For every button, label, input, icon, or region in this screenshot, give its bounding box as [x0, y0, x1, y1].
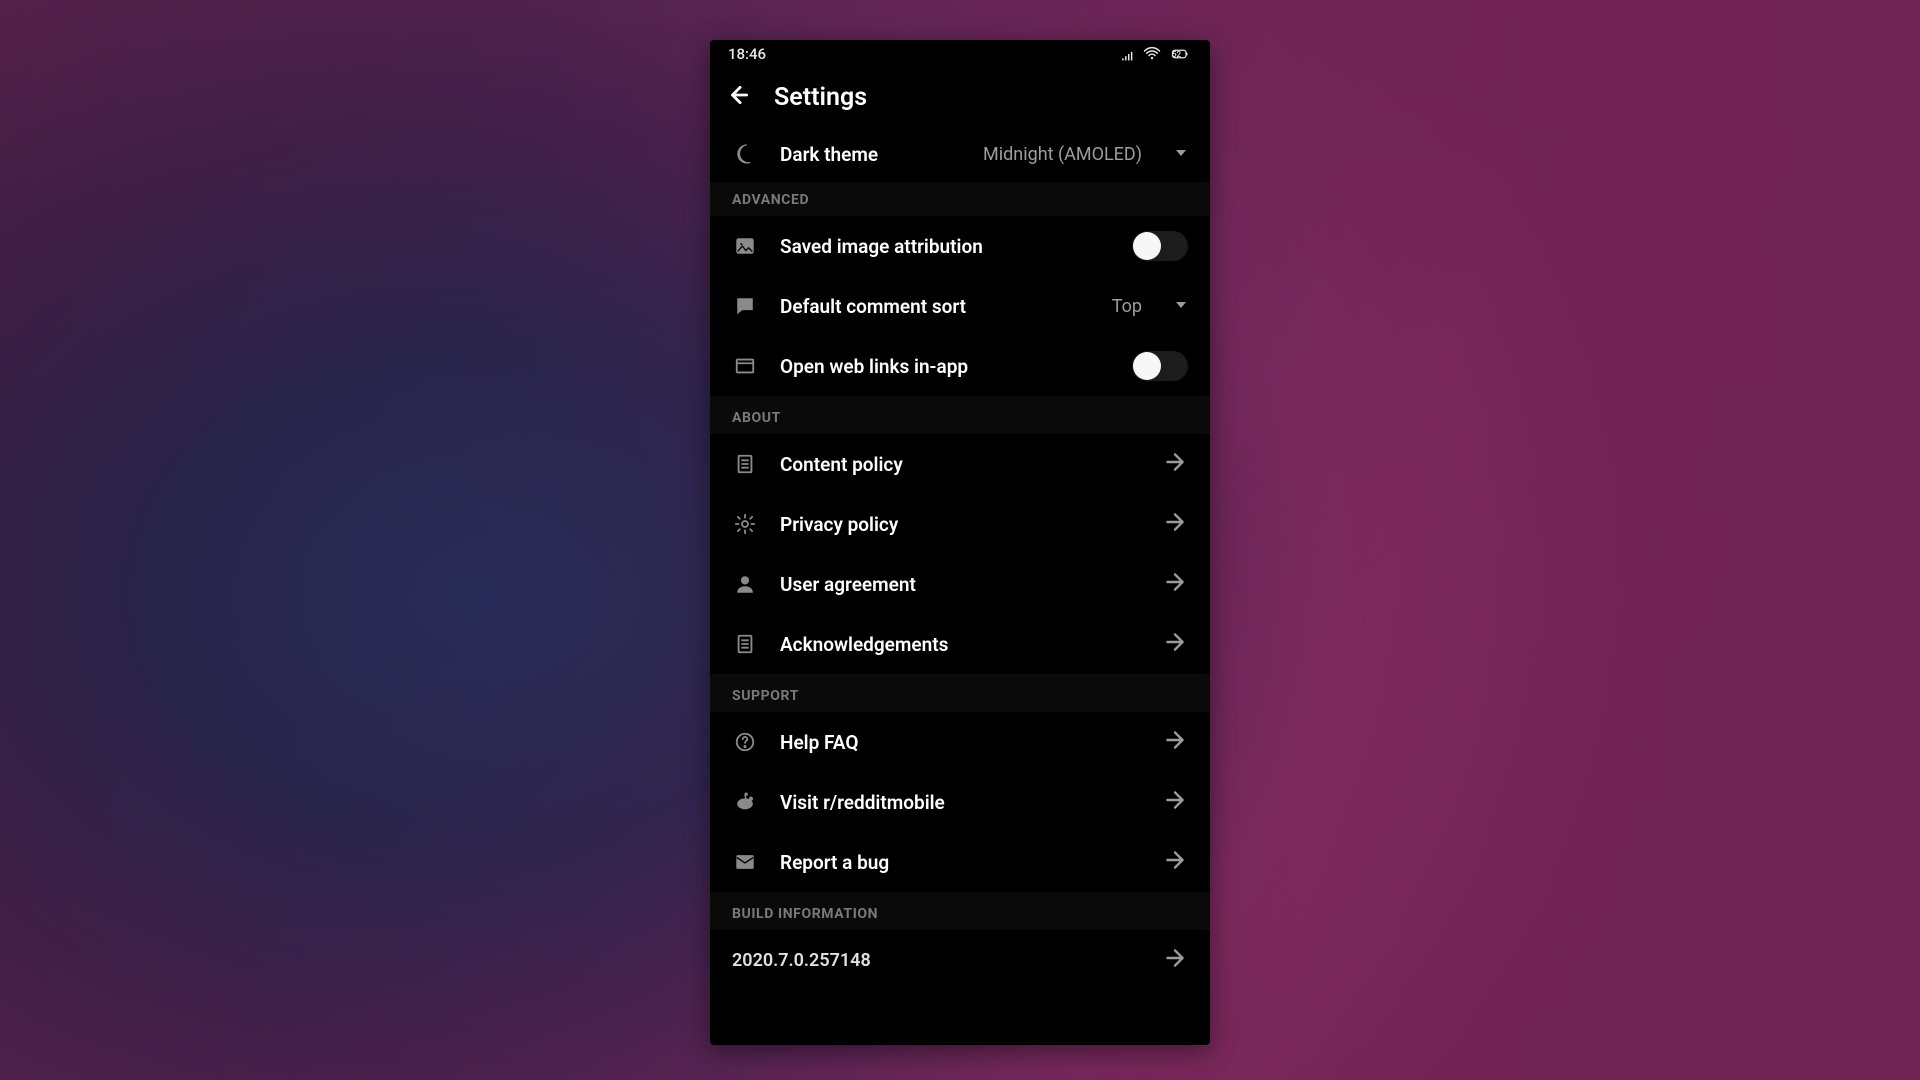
- arrow-right-icon: [1162, 569, 1188, 599]
- status-time: 18:46: [728, 45, 766, 63]
- moon-icon: [732, 141, 758, 167]
- mail-icon: [732, 849, 758, 875]
- arrow-right-icon: [1162, 847, 1188, 877]
- image-icon: [732, 233, 758, 259]
- battery-icon: 52: [1168, 45, 1192, 63]
- link-acknowledgements[interactable]: Acknowledgements: [710, 614, 1210, 674]
- link-label: Acknowledgements: [780, 633, 1140, 656]
- link-user-agreement[interactable]: User agreement: [710, 554, 1210, 614]
- battery-text: 52: [1172, 50, 1181, 59]
- reddit-icon: [732, 789, 758, 815]
- section-about: ABOUT: [710, 396, 1210, 434]
- arrow-right-icon: [1162, 629, 1188, 659]
- back-button[interactable]: [726, 82, 752, 112]
- gear-icon: [732, 511, 758, 537]
- status-icons: 52: [1120, 45, 1192, 63]
- page-title: Settings: [774, 83, 867, 112]
- setting-dark-theme[interactable]: Dark theme Midnight (AMOLED): [710, 126, 1210, 182]
- app-bar: Settings: [710, 68, 1210, 126]
- document-icon: [732, 451, 758, 477]
- dropdown-icon: [1170, 297, 1188, 316]
- arrow-right-icon: [1162, 727, 1188, 757]
- section-support: SUPPORT: [710, 674, 1210, 712]
- setting-label: Open web links in-app: [780, 355, 1110, 378]
- section-build: BUILD INFORMATION: [710, 892, 1210, 930]
- arrow-right-icon: [1162, 787, 1188, 817]
- arrow-right-icon: [1162, 945, 1188, 975]
- browser-icon: [732, 353, 758, 379]
- toggle-open-links[interactable]: [1132, 351, 1188, 381]
- setting-open-web-links[interactable]: Open web links in-app: [710, 336, 1210, 396]
- user-icon: [732, 571, 758, 597]
- link-help-faq[interactable]: Help FAQ: [710, 712, 1210, 772]
- wifi-icon: [1143, 45, 1161, 63]
- comment-icon: [732, 293, 758, 319]
- arrow-right-icon: [1162, 509, 1188, 539]
- setting-label: Dark theme: [780, 143, 961, 166]
- link-content-policy[interactable]: Content policy: [710, 434, 1210, 494]
- setting-label: Saved image attribution: [780, 235, 1110, 258]
- link-report-bug[interactable]: Report a bug: [710, 832, 1210, 892]
- dropdown-icon: [1170, 145, 1188, 164]
- toggle-saved-image[interactable]: [1132, 231, 1188, 261]
- link-label: Content policy: [780, 453, 1140, 476]
- setting-saved-image-attribution[interactable]: Saved image attribution: [710, 216, 1210, 276]
- signal-icon: [1120, 46, 1136, 62]
- status-bar: 18:46 52: [710, 40, 1210, 68]
- setting-value: Midnight (AMOLED): [983, 144, 1142, 165]
- link-label: Visit r/redditmobile: [780, 791, 1140, 814]
- setting-label: Default comment sort: [780, 295, 1090, 318]
- phone-frame: 18:46 52 Settings Dark theme Midnight (A…: [710, 40, 1210, 1045]
- setting-default-comment-sort[interactable]: Default comment sort Top: [710, 276, 1210, 336]
- help-icon: [732, 729, 758, 755]
- document-icon: [732, 631, 758, 657]
- build-version: 2020.7.0.257148: [732, 950, 1140, 971]
- setting-value: Top: [1112, 296, 1142, 317]
- link-privacy-policy[interactable]: Privacy policy: [710, 494, 1210, 554]
- link-label: Help FAQ: [780, 731, 1140, 754]
- section-advanced: ADVANCED: [710, 182, 1210, 216]
- link-label: Privacy policy: [780, 513, 1140, 536]
- link-label: User agreement: [780, 573, 1140, 596]
- link-label: Report a bug: [780, 851, 1140, 874]
- arrow-right-icon: [1162, 449, 1188, 479]
- link-visit-redditmobile[interactable]: Visit r/redditmobile: [710, 772, 1210, 832]
- build-version-row[interactable]: 2020.7.0.257148: [710, 930, 1210, 990]
